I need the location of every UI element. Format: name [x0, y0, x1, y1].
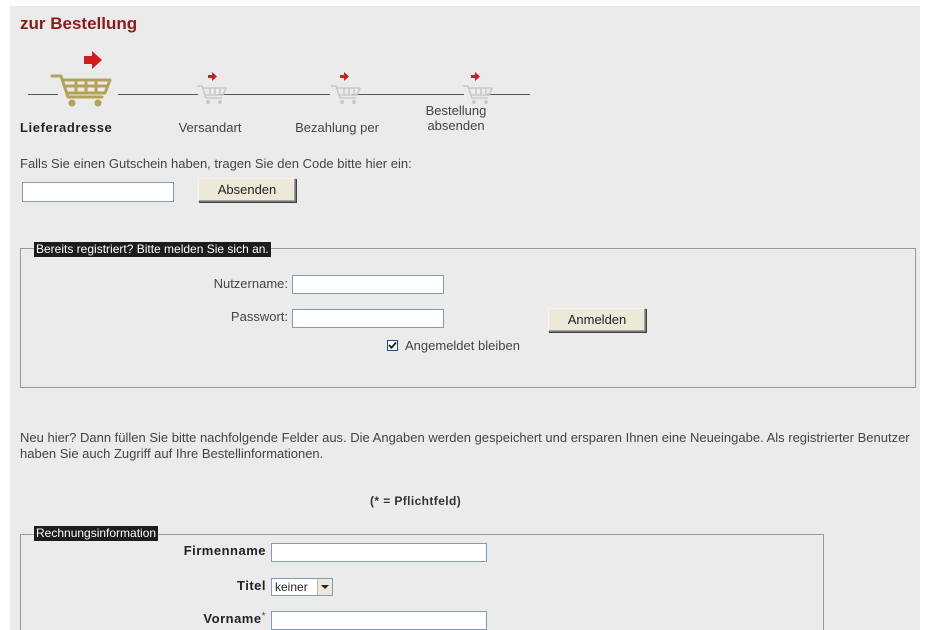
- salutation-select[interactable]: keiner: [271, 578, 333, 596]
- checkout-panel: zur Bestellung Lieferadresse Versandart …: [10, 6, 920, 630]
- password-label: Passwort:: [230, 309, 288, 324]
- step-label-lieferadresse: Lieferadresse: [20, 120, 113, 135]
- billing-legend: Rechnungsinformation: [34, 526, 159, 541]
- firstname-input[interactable]: [271, 611, 487, 630]
- login-button[interactable]: Anmelden: [548, 308, 646, 332]
- login-fieldset: [20, 248, 916, 388]
- remember-me-label: Angemeldet bleiben: [405, 338, 520, 353]
- check-icon: [388, 341, 397, 350]
- salutation-value: keiner: [275, 580, 308, 594]
- step-label-versandart: Versandart: [178, 120, 242, 135]
- firstname-label-wrap: Vorname*: [110, 611, 266, 626]
- login-legend: Bereits registriert? Bitte melden Sie si…: [34, 242, 271, 257]
- voucher-code-input[interactable]: [22, 182, 174, 202]
- voucher-prompt: Falls Sie einen Gutschein haben, tragen …: [20, 156, 412, 171]
- chevron-down-icon: [317, 579, 332, 595]
- remember-me-checkbox[interactable]: [387, 340, 398, 351]
- shopping-cart-icon: [50, 74, 112, 107]
- red-arrow-icon: [84, 51, 102, 69]
- page-title: zur Bestellung: [20, 14, 138, 33]
- step-label-bestellung-absenden: Bestellung absenden: [425, 103, 487, 133]
- username-label: Nutzername:: [213, 276, 288, 291]
- company-input[interactable]: [271, 543, 487, 562]
- shopping-cart-icon: [197, 85, 227, 104]
- new-customer-text: Neu hier? Dann füllen Sie bitte nachfolg…: [20, 430, 910, 461]
- red-arrow-icon: [340, 72, 349, 81]
- red-arrow-icon: [471, 72, 480, 81]
- firstname-label: Vorname: [203, 611, 262, 626]
- salutation-label: Titel: [237, 578, 266, 593]
- username-input[interactable]: [292, 275, 444, 294]
- password-input[interactable]: [292, 309, 444, 328]
- company-label: Firmenname: [183, 543, 266, 558]
- step-label-bezahlung: Bezahlung per: [295, 120, 379, 135]
- voucher-submit-button[interactable]: Absenden: [198, 178, 296, 202]
- required-field-note: (* = Pflichtfeld): [370, 494, 462, 508]
- required-marker: *: [261, 611, 266, 622]
- red-arrow-icon: [208, 72, 217, 81]
- shopping-cart-icon: [331, 85, 361, 104]
